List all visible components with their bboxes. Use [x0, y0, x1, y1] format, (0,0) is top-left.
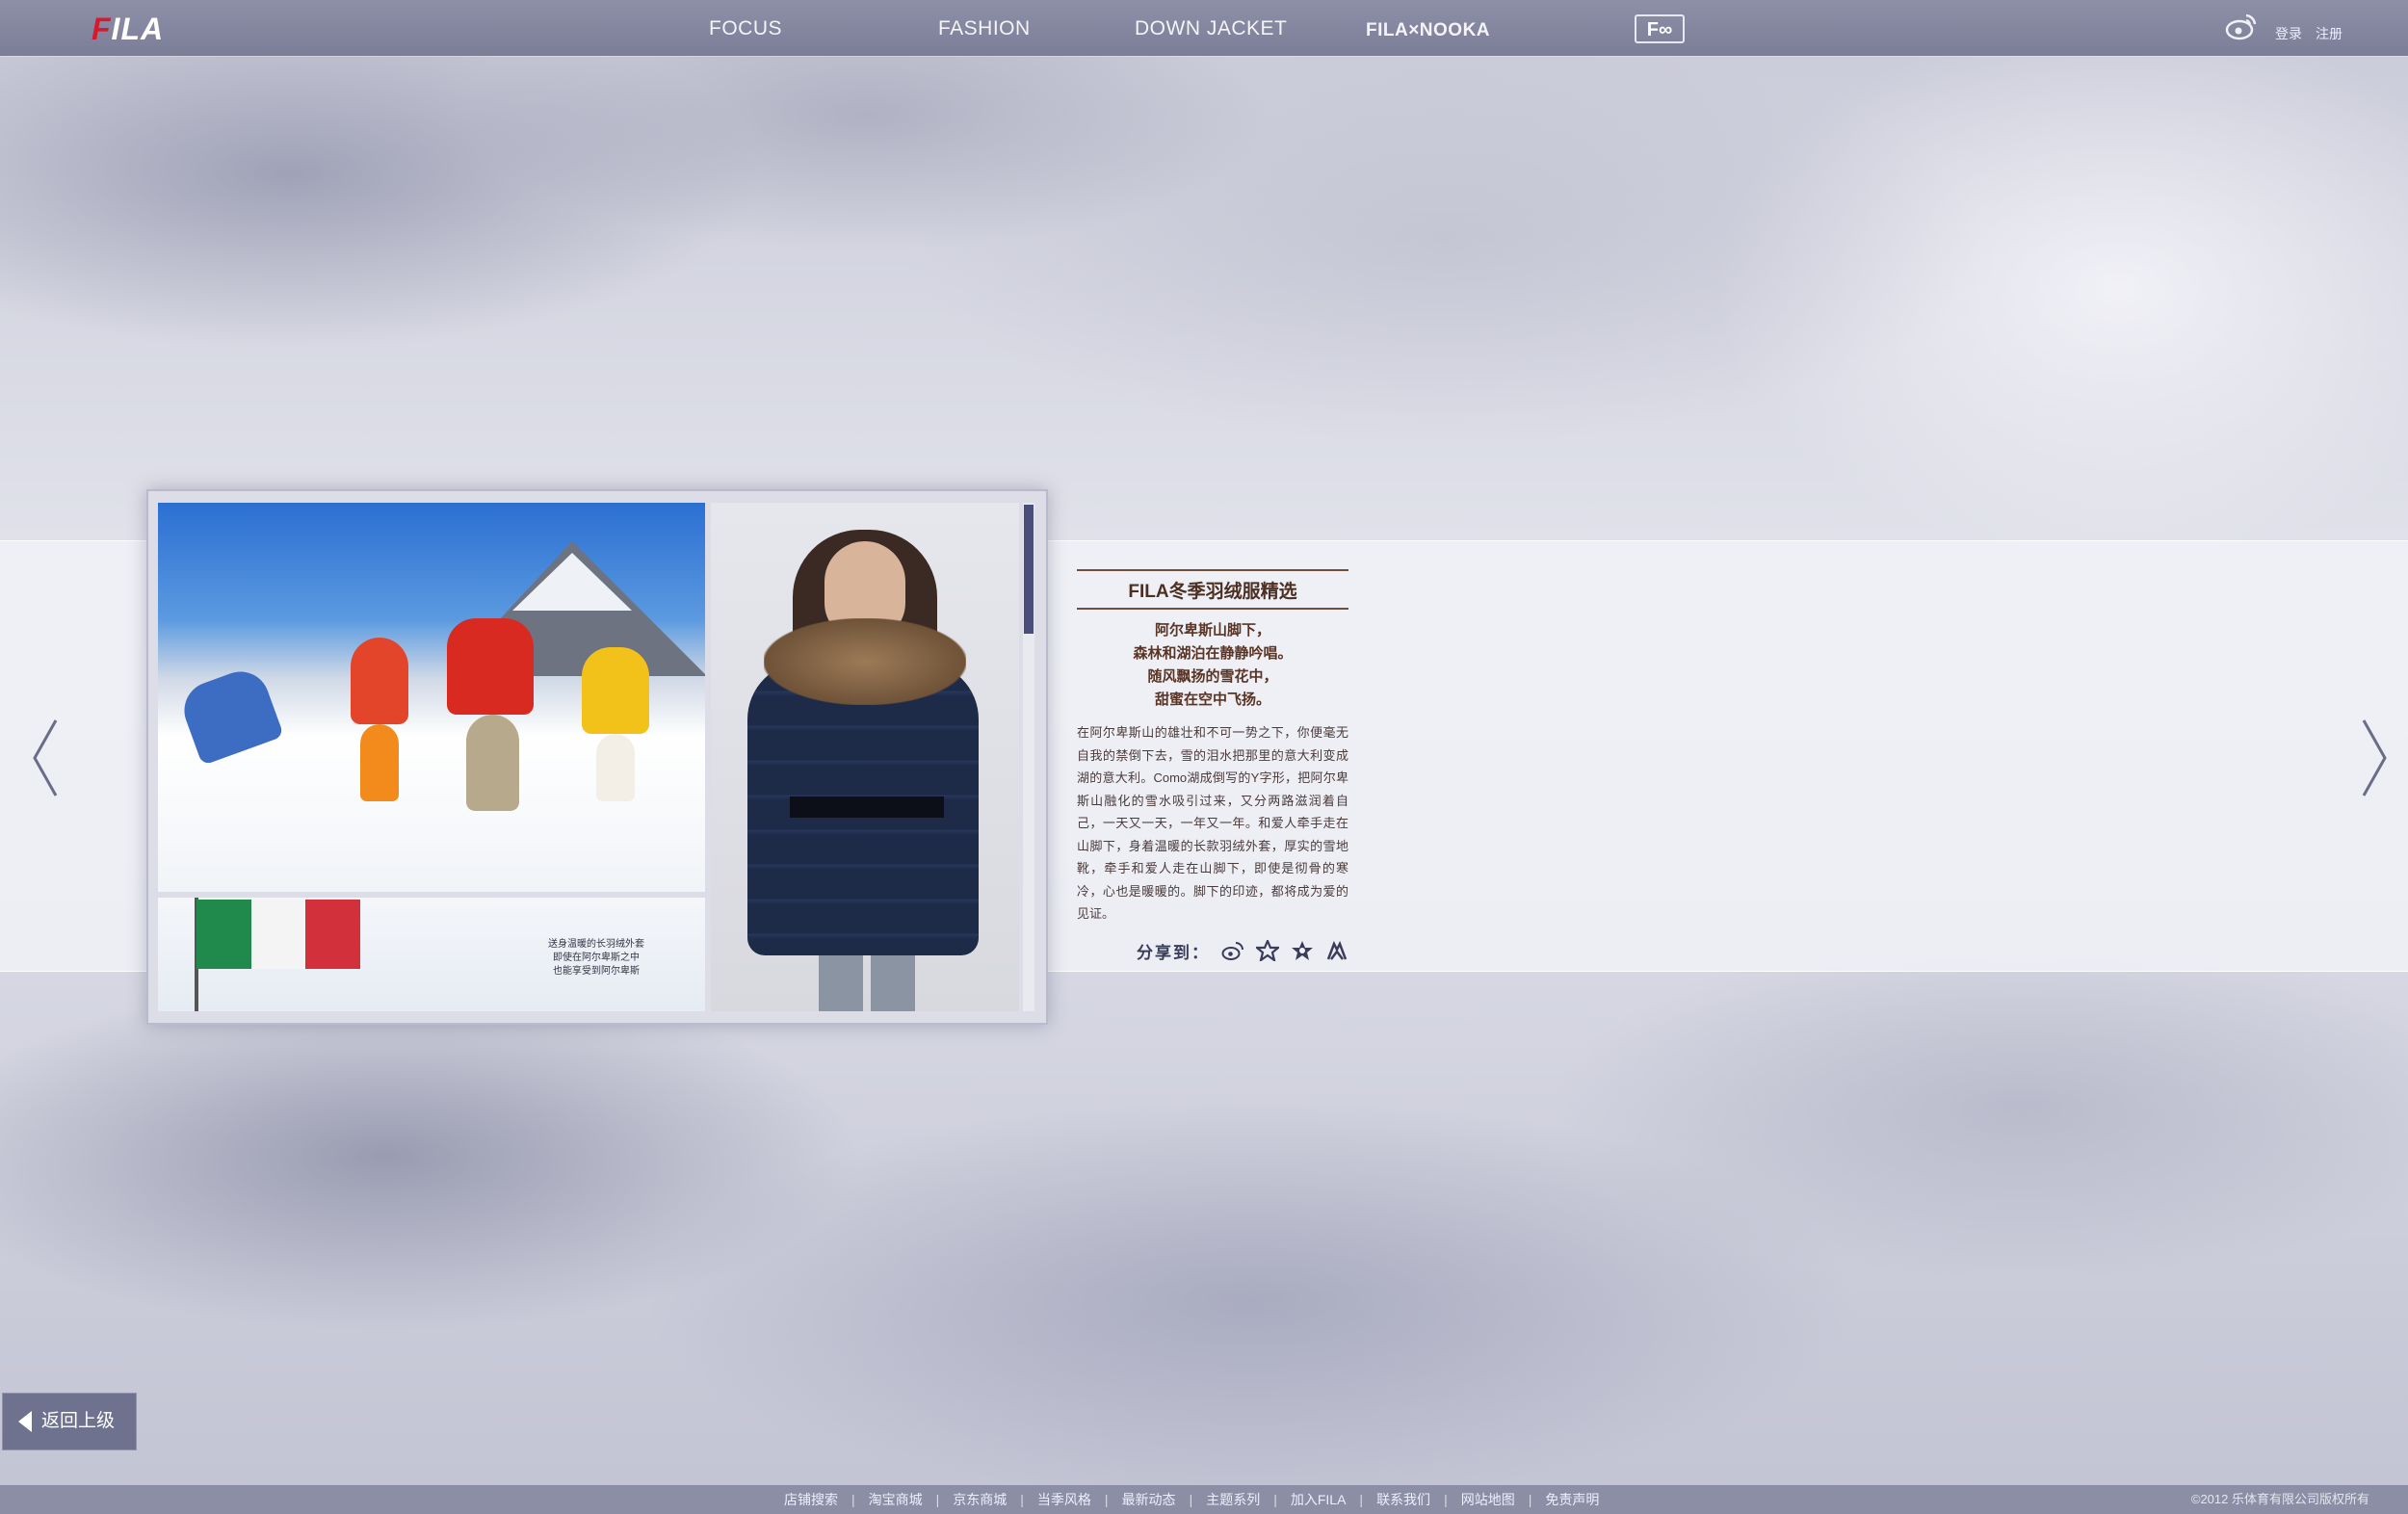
left-arrow-icon[interactable]: [27, 715, 65, 801]
group-ski-photo: [158, 503, 705, 892]
fila-logo[interactable]: FILA: [92, 12, 164, 47]
footer-link-series[interactable]: 主题系列: [1192, 1485, 1273, 1514]
back-arrow-icon: [18, 1411, 32, 1432]
article-poem: 阿尔卑斯山脚下， 森林和湖泊在静静吟唱。 随风飘扬的雪花中， 甜蜜在空中飞扬。: [1077, 619, 1348, 712]
skier-red: [447, 618, 534, 715]
flag-photo-caption: 送身温暖的长羽绒外套 即使在阿尔卑斯之中 也能享受到阿尔卑斯: [534, 938, 659, 979]
footer-link-jd[interactable]: 京东商城: [939, 1485, 1020, 1514]
poem-line: 阿尔卑斯山脚下，: [1154, 622, 1270, 639]
footer-links: 店铺搜索 | 淘宝商城 | 京东商城 | 当季风格 | 最新动态 | 主题系列 | 加入FI…: [771, 1485, 1612, 1514]
share-qzone-icon[interactable]: [1256, 940, 1279, 961]
nav-fila-nooka[interactable]: FILA×NOOKA: [1366, 20, 1490, 41]
caption-line: 送身温暖的长羽绒外套: [548, 939, 644, 950]
footer-link-news[interactable]: 最新动态: [1109, 1485, 1190, 1514]
footer-link-disclaimer[interactable]: 免责声明: [1531, 1485, 1612, 1514]
article-body: 在阿尔卑斯山的雄壮和不可一势之下，你便毫无自我的禁倒下去，雪的泪水把那里的意大利…: [1077, 725, 1348, 921]
coat-belt: [790, 796, 944, 818]
skier-red-legs: [466, 715, 519, 811]
gallery-scroll-thumb[interactable]: [1024, 505, 1034, 634]
back-button-label: 返回上级: [41, 1411, 116, 1431]
italian-flag: [196, 900, 361, 969]
fo-icon[interactable]: F∞: [1635, 14, 1685, 43]
footer-link-join[interactable]: 加入FILA: [1277, 1485, 1360, 1514]
footer-link-sitemap[interactable]: 网站地图: [1448, 1485, 1529, 1514]
weibo-icon[interactable]: [2225, 12, 2258, 40]
login-link[interactable]: 登录: [2275, 24, 2302, 43]
footer-link-taobao[interactable]: 淘宝商城: [855, 1485, 936, 1514]
share-renren-icon[interactable]: [1325, 940, 1348, 961]
fur-hood: [764, 618, 966, 705]
nav-fashion[interactable]: FASHION: [938, 17, 1031, 40]
poem-line: 甜蜜在空中飞扬。: [1154, 692, 1270, 708]
skier-yellow: [582, 647, 649, 734]
model-down-jacket-photo: [711, 503, 1019, 1011]
logo-prefix: F: [92, 12, 112, 46]
top-navigation-bar: FILA FOCUS FASHION DOWN JACKET FILA×NOOK…: [0, 0, 2408, 56]
caption-line: 即使在阿尔卑斯之中: [553, 953, 640, 963]
footer-link-store-search[interactable]: 店铺搜索: [771, 1485, 851, 1514]
back-button[interactable]: 返回上级: [2, 1393, 137, 1450]
skier-orange-legs: [360, 724, 399, 801]
share-star-icon[interactable]: [1291, 940, 1314, 961]
skier-blue: [176, 664, 284, 766]
poem-line: 随风飘扬的雪花中，: [1147, 668, 1278, 685]
model-legs: [819, 955, 915, 1011]
copyright: ©2012 乐体育有限公司版权所有: [2190, 1492, 2369, 1506]
article-title: FILA冬季羽绒服精选: [1077, 569, 1348, 610]
gallery-scrollbar[interactable]: [1023, 503, 1034, 1011]
nav-down-jacket[interactable]: DOWN JACKET: [1135, 17, 1287, 40]
flag-photo: 送身温暖的长羽绒外套 即使在阿尔卑斯之中 也能享受到阿尔卑斯: [158, 898, 705, 1011]
mountain-snowcap: [512, 553, 632, 611]
caption-line: 也能享受到阿尔卑斯: [553, 966, 640, 977]
logo-rest: ILA: [111, 12, 165, 46]
image-gallery-frame: 送身温暖的长羽绒外套 即使在阿尔卑斯之中 也能享受到阿尔卑斯: [146, 489, 1048, 1025]
footer-link-season-style[interactable]: 当季风格: [1024, 1485, 1105, 1514]
footer-link-contact[interactable]: 联系我们: [1363, 1485, 1444, 1514]
article-panel: FILA冬季羽绒服精选 阿尔卑斯山脚下， 森林和湖泊在静静吟唱。 随风飘扬的雪花…: [1077, 569, 1348, 963]
poem-line: 森林和湖泊在静静吟唱。: [1133, 645, 1293, 662]
register-link[interactable]: 注册: [2316, 24, 2343, 43]
skier-yellow-legs: [596, 734, 635, 801]
nav-focus[interactable]: FOCUS: [709, 17, 782, 40]
right-arrow-icon[interactable]: [2354, 715, 2393, 801]
footer-bar: 店铺搜索 | 淘宝商城 | 京东商城 | 当季风格 | 最新动态 | 主题系列 | 加入FI…: [0, 1485, 2408, 1514]
share-label: 分享到：: [1137, 943, 1210, 962]
share-weibo-icon[interactable]: [1221, 940, 1244, 961]
skier-orange: [351, 638, 408, 724]
share-row: 分享到：: [1077, 939, 1348, 963]
